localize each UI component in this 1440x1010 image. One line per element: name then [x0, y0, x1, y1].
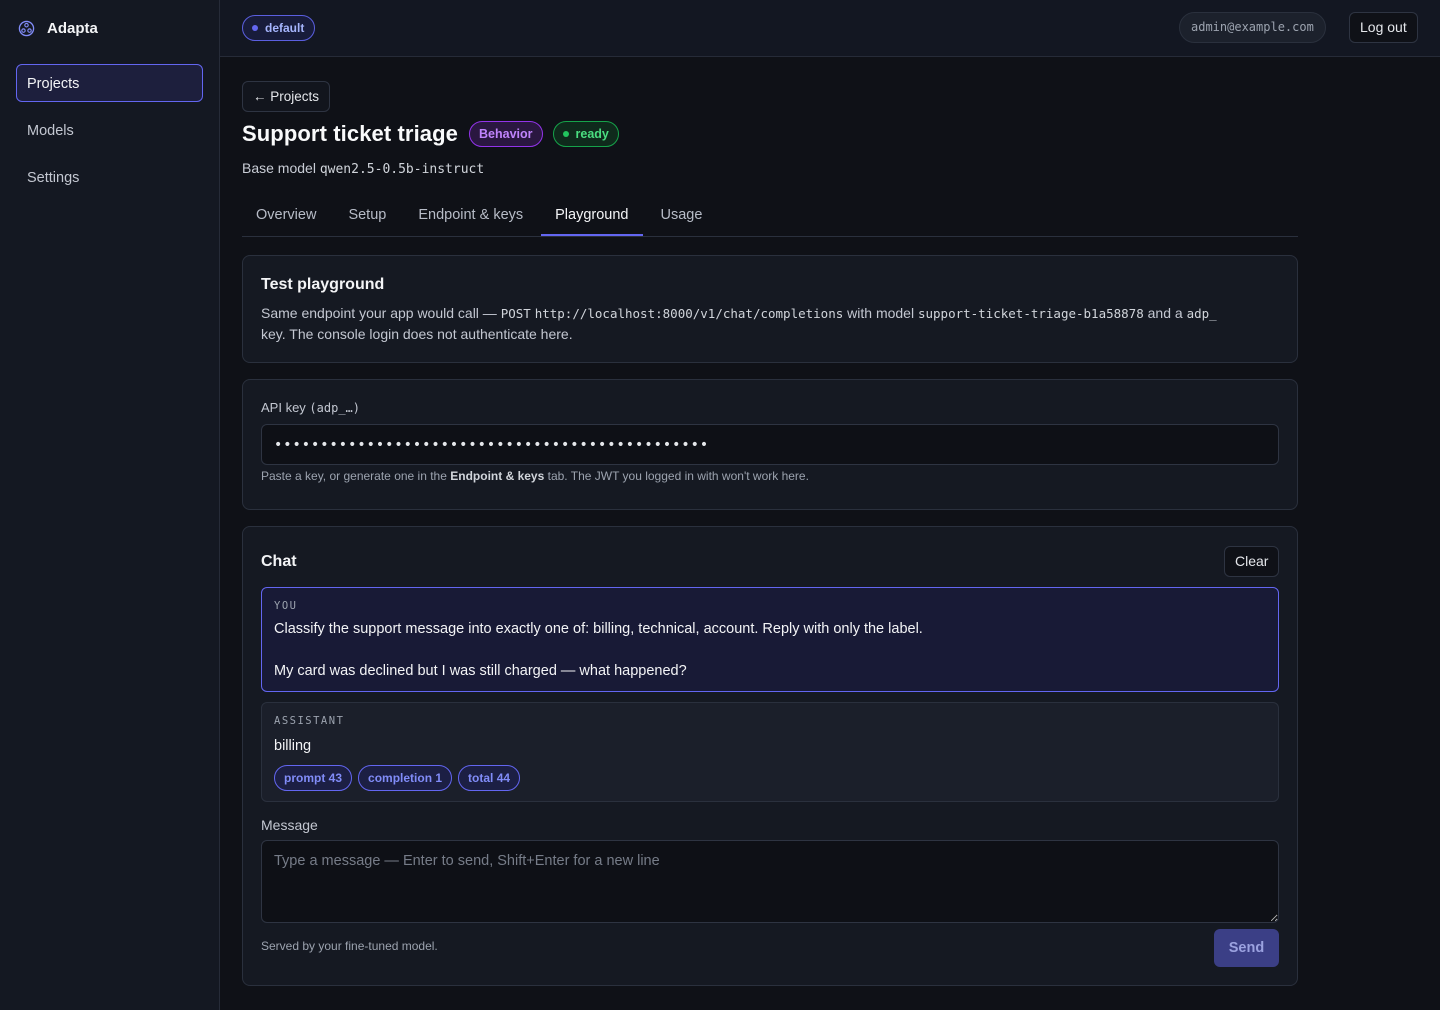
- top-bar: default admin@example.com Log out: [220, 0, 1440, 57]
- brand-name: Adapta: [47, 20, 98, 37]
- playground-title: Test playground: [261, 276, 385, 293]
- prompt-tokens-badge: prompt 43: [274, 765, 353, 791]
- endpoint-url: http://localhost:8000/v1/chat/completion…: [534, 306, 844, 321]
- test-playground-card: Test playground Same endpoint your app w…: [242, 255, 1298, 363]
- endpoint-keys-link[interactable]: Endpoint & keys: [450, 469, 544, 483]
- desc-text: with model: [847, 305, 915, 321]
- key-prefix: adp_: [1186, 306, 1217, 321]
- hint-text: tab. The JWT you logged in with won't wo…: [547, 469, 809, 483]
- sidebar-item-settings[interactable]: Settings: [16, 158, 203, 196]
- clear-button[interactable]: Clear: [1224, 546, 1280, 577]
- served-by-note: Served by your fine-tuned model.: [261, 939, 438, 953]
- logo-icon: [18, 20, 35, 37]
- http-method: POST: [500, 306, 531, 321]
- title-row: Support ticket triage Behavior ready: [242, 121, 619, 147]
- org-badge[interactable]: default: [242, 15, 316, 41]
- base-model-info: Base model qwen2.5-0.5b-instruct: [242, 160, 484, 177]
- total-tokens-badge: total 44: [458, 765, 521, 791]
- logout-button[interactable]: Log out: [1349, 12, 1418, 43]
- status-badge: ready: [552, 121, 619, 147]
- user-message: YOU Classify the support message into ex…: [261, 587, 1279, 692]
- api-key-hint: Paste a key, or generate one in the Endp…: [261, 469, 809, 483]
- assistant-message-text: billing: [274, 738, 312, 754]
- back-to-projects-button[interactable]: ← Projects: [242, 81, 331, 112]
- base-model-prefix: Base model: [242, 160, 316, 176]
- hint-text: Paste a key, or generate one in the: [261, 469, 447, 483]
- api-key-label: API key (adp_…): [261, 400, 360, 415]
- chat-card: Chat Clear YOU Classify the support mess…: [242, 526, 1298, 986]
- desc-text: Same endpoint your app would call —: [261, 305, 497, 321]
- desc-text: key. The console login does not authenti…: [261, 326, 573, 342]
- api-key-card: API key (adp_…) Paste a key, or generate…: [242, 379, 1298, 510]
- api-key-label-hint: (adp_…): [309, 401, 360, 415]
- message-input[interactable]: [261, 840, 1279, 923]
- desc-text: and a: [1147, 305, 1183, 321]
- tab-overview[interactable]: Overview: [242, 195, 330, 236]
- brand[interactable]: Adapta: [18, 20, 98, 37]
- tab-usage[interactable]: Usage: [647, 195, 717, 236]
- user-email: admin@example.com: [1179, 12, 1326, 43]
- playground-description: Same endpoint your app would call — POST…: [261, 303, 1285, 345]
- completion-tokens-badge: completion 1: [358, 765, 453, 791]
- base-model-name: qwen2.5-0.5b-instruct: [319, 162, 485, 177]
- message-label: Message: [261, 817, 318, 833]
- project-tabs: Overview Setup Endpoint & keys Playgroun…: [242, 195, 1298, 237]
- tab-endpoint-keys[interactable]: Endpoint & keys: [404, 195, 537, 236]
- tab-playground[interactable]: Playground: [541, 195, 643, 236]
- assistant-role-label: ASSISTANT: [274, 715, 345, 727]
- sidebar: Adapta Projects Models Settings: [0, 0, 220, 1010]
- tab-setup[interactable]: Setup: [334, 195, 400, 236]
- api-key-label-text: API key: [261, 400, 306, 415]
- user-message-line: My card was declined but I was still cha…: [274, 663, 687, 679]
- type-badge: Behavior: [469, 121, 543, 147]
- assistant-message: ASSISTANT billing prompt 43 completion 1…: [261, 702, 1279, 802]
- sidebar-item-models[interactable]: Models: [16, 111, 203, 149]
- send-button[interactable]: Send: [1214, 929, 1279, 967]
- model-id: support-ticket-triage-b1a58878: [917, 306, 1144, 321]
- chat-title: Chat: [261, 553, 297, 570]
- sidebar-item-projects[interactable]: Projects: [16, 64, 203, 102]
- user-message-line: Classify the support message into exactl…: [274, 621, 923, 637]
- page-title: Support ticket triage: [242, 121, 459, 146]
- token-usage: prompt 43 completion 1 total 44: [274, 765, 521, 791]
- sidebar-nav: Projects Models Settings: [16, 64, 203, 205]
- user-role-label: YOU: [274, 600, 298, 612]
- api-key-input[interactable]: [261, 424, 1279, 465]
